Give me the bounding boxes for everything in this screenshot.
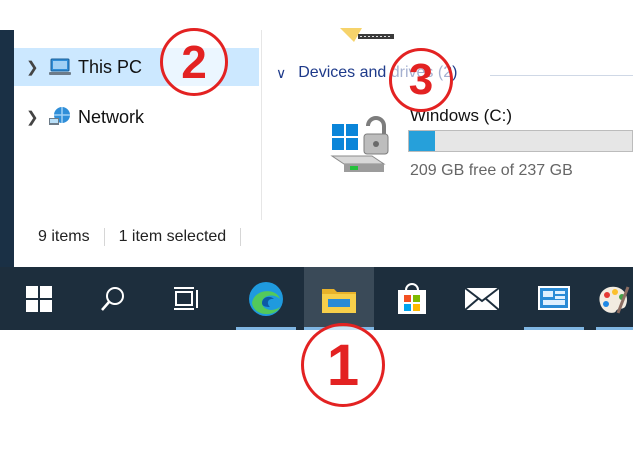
annotation-callout-2: 2	[160, 28, 228, 96]
selection-count: 1 item selected	[118, 228, 227, 245]
windows-drive-icon[interactable]	[328, 104, 392, 174]
item-count: 9 items	[38, 228, 90, 245]
paint-icon	[599, 285, 630, 314]
status-separator	[240, 228, 242, 246]
folder-partial-icon	[340, 28, 394, 42]
chevron-right-icon[interactable]: ❯	[26, 108, 39, 126]
nav-item-label: This PC	[78, 56, 143, 77]
search-button[interactable]	[84, 267, 142, 330]
file-explorer-icon	[322, 288, 356, 313]
running-indicator	[596, 327, 633, 330]
chevron-down-icon[interactable]: ∨	[276, 65, 286, 82]
mail-icon	[464, 286, 500, 311]
nav-item-label: Network	[78, 106, 145, 127]
taskbar	[0, 267, 633, 330]
drive-usage-fill	[409, 131, 436, 151]
status-separator	[103, 228, 105, 246]
status-bar: 9 items 1 item selected	[14, 222, 633, 252]
start-button[interactable]	[10, 267, 68, 330]
navigation-pane: ❯ This PC ❯ Network	[14, 0, 261, 220]
window-edge	[0, 30, 14, 267]
windows-start-icon	[26, 285, 52, 312]
paint-button[interactable]	[596, 267, 633, 330]
edge-icon	[249, 281, 283, 316]
nav-item-network[interactable]: ❯ Network	[14, 98, 259, 136]
edge-button[interactable]	[236, 267, 296, 330]
annotation-callout-1: 1	[301, 323, 385, 407]
mail-button[interactable]	[452, 267, 512, 330]
annotation-callout-3: 3	[389, 48, 453, 112]
task-view-button[interactable]	[158, 267, 216, 330]
network-icon	[48, 106, 72, 128]
control-panel-button[interactable]	[524, 267, 584, 330]
file-explorer-window: ❯ This PC ❯ Network ∨ Devices and drives…	[0, 0, 633, 267]
running-indicator	[236, 327, 296, 330]
search-icon	[101, 286, 124, 311]
drive-usage-bar	[408, 130, 633, 152]
this-pc-icon	[48, 56, 72, 78]
microsoft-store-icon	[398, 282, 426, 314]
drive-free-space: 209 GB free of 237 GB	[410, 162, 573, 179]
control-panel-icon	[538, 285, 570, 310]
task-view-icon	[174, 286, 198, 310]
file-explorer-button[interactable]	[304, 267, 374, 330]
group-divider	[490, 75, 633, 76]
microsoft-store-button[interactable]	[382, 267, 442, 330]
chevron-right-icon[interactable]: ❯	[26, 58, 39, 76]
running-indicator	[524, 327, 584, 330]
